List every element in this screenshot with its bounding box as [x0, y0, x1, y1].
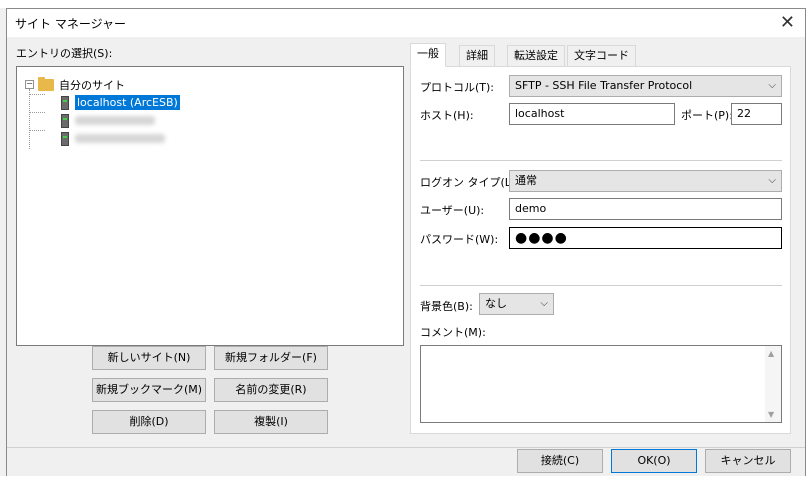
collapse-icon[interactable]: −: [25, 80, 34, 89]
chevron-down-icon: ⌵: [768, 175, 776, 186]
tab-charset[interactable]: 文字コード: [567, 45, 636, 67]
user-label: ユーザー(U):: [420, 204, 485, 217]
logon-type-select[interactable]: 通常 ⌵: [509, 170, 782, 192]
site-manager-dialog: サイト マネージャー ✕ エントリの選択(S): − 自分のサイト localh…: [6, 8, 806, 478]
redacted-label: [75, 116, 155, 125]
delete-button[interactable]: 削除(D): [92, 410, 206, 434]
comment-textarea[interactable]: ▲ ▼: [420, 345, 782, 423]
port-label: ポート(P):: [681, 109, 733, 122]
new-site-button[interactable]: 新しいサイト(N): [92, 346, 206, 370]
background-app-strip: [0, 476, 806, 486]
host-input[interactable]: localhost: [509, 103, 675, 125]
background-color-value: なし: [485, 297, 507, 310]
server-icon: [61, 113, 69, 128]
duplicate-button[interactable]: 複製(I): [214, 410, 328, 434]
background-color-select[interactable]: なし ⌵: [479, 293, 554, 315]
tree-item-site-redacted[interactable]: [61, 130, 165, 147]
background-color-label: 背景色(B):: [420, 300, 473, 313]
redacted-label: [75, 134, 165, 143]
scroll-down-icon[interactable]: ▼: [768, 410, 774, 419]
chevron-down-icon: ⌵: [768, 80, 776, 91]
server-icon: [61, 131, 69, 146]
logon-type-label: ログオン タイプ(L):: [420, 176, 519, 189]
chevron-down-icon: ⌵: [540, 298, 548, 309]
ok-button[interactable]: OK(O): [611, 449, 697, 473]
new-bookmark-button[interactable]: 新規ブックマーク(M): [92, 378, 206, 402]
tree-line: [29, 89, 30, 149]
background-app-strip: [0, 0, 806, 8]
tree-folder-my-sites[interactable]: − 自分のサイト: [25, 76, 125, 93]
password-label: パスワード(W):: [420, 233, 499, 246]
protocol-value: SFTP - SSH File Transfer Protocol: [515, 79, 693, 92]
tree-line: [29, 94, 45, 95]
tab-advanced[interactable]: 詳細: [459, 45, 495, 67]
new-folder-button[interactable]: 新規フォルダー(F): [214, 346, 328, 370]
connect-button[interactable]: 接続(C): [517, 449, 603, 473]
server-icon: [61, 95, 69, 110]
section-divider: [420, 285, 782, 286]
host-label: ホスト(H):: [420, 109, 474, 122]
section-divider: [420, 160, 782, 161]
tab-general[interactable]: 一般: [410, 43, 446, 67]
site-tree[interactable]: − 自分のサイト localhost (ArcESB): [16, 66, 404, 346]
protocol-label: プロトコル(T):: [420, 81, 495, 94]
logon-type-value: 通常: [515, 174, 537, 187]
tab-transfer-settings[interactable]: 転送設定: [507, 45, 565, 67]
rename-button[interactable]: 名前の変更(R): [214, 378, 328, 402]
comment-label: コメント(M):: [420, 326, 486, 339]
tree-item-site[interactable]: localhost (ArcESB): [61, 94, 180, 111]
tree-item-site-redacted[interactable]: [61, 112, 155, 129]
user-input[interactable]: demo: [509, 198, 782, 220]
scroll-up-icon[interactable]: ▲: [768, 349, 774, 358]
title-bar: サイト マネージャー ✕: [7, 9, 805, 37]
site-label: localhost (ArcESB): [75, 95, 180, 110]
password-input[interactable]: ●●●●: [509, 227, 782, 249]
port-input[interactable]: 22: [731, 103, 782, 125]
footer-divider: [7, 447, 805, 448]
tree-line: [29, 130, 45, 131]
cancel-button[interactable]: キャンセル: [705, 449, 791, 473]
tree-label: エントリの選択(S):: [16, 47, 113, 60]
tree-line: [29, 112, 45, 113]
protocol-select[interactable]: SFTP - SSH File Transfer Protocol ⌵: [509, 75, 782, 97]
close-icon[interactable]: ✕: [780, 12, 795, 33]
comment-scrollbar[interactable]: ▲ ▼: [765, 346, 781, 422]
dialog-title: サイト マネージャー: [15, 17, 126, 31]
folder-label: 自分のサイト: [59, 78, 125, 92]
folder-icon: [38, 76, 54, 91]
